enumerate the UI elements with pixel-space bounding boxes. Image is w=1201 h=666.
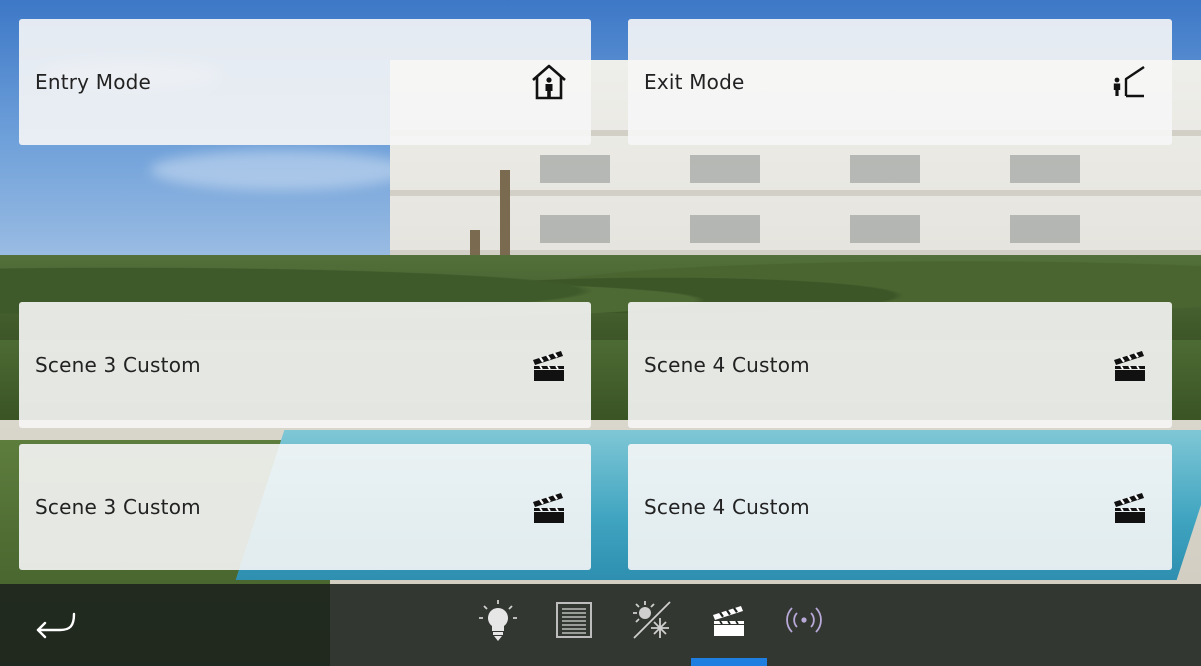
active-tab-indicator: [691, 658, 767, 666]
scene-label: Scene 3 Custom: [35, 495, 201, 519]
blinds-icon: [556, 602, 592, 638]
nav-lighting[interactable]: [476, 598, 520, 642]
nav-wireless[interactable]: [782, 598, 826, 642]
light-bulb-icon: [479, 600, 517, 641]
person-leaving-house-icon: [1110, 62, 1150, 102]
bottom-nav-bar: [0, 584, 1201, 666]
clapperboard-icon: [529, 487, 569, 527]
exit-mode-label: Exit Mode: [644, 70, 745, 94]
entry-mode-label: Entry Mode: [35, 70, 152, 94]
scene-label: Scene 4 Custom: [644, 353, 810, 377]
entry-mode-button[interactable]: Entry Mode: [19, 19, 591, 145]
clapperboard-icon: [713, 606, 744, 636]
nav-blinds[interactable]: [552, 598, 596, 642]
climate-sun-snow-icon: [633, 601, 671, 639]
house-person-icon: [529, 62, 569, 102]
nav-climate[interactable]: [630, 598, 674, 642]
clapperboard-icon: [1110, 487, 1150, 527]
scene-label: Scene 4 Custom: [644, 495, 810, 519]
scene-3-custom-button[interactable]: Scene 3 Custom: [19, 302, 591, 428]
back-button[interactable]: [30, 606, 80, 642]
exit-mode-button[interactable]: Exit Mode: [628, 19, 1172, 145]
nav-scenes[interactable]: [707, 598, 751, 642]
back-arrow-icon: [36, 612, 76, 639]
clapperboard-icon: [1110, 345, 1150, 385]
wireless-signal-icon: [786, 607, 822, 633]
scene-4-custom-button[interactable]: Scene 4 Custom: [628, 444, 1172, 570]
scene-4-custom-button[interactable]: Scene 4 Custom: [628, 302, 1172, 428]
clapperboard-icon: [529, 345, 569, 385]
scene-3-custom-button[interactable]: Scene 3 Custom: [19, 444, 591, 570]
scene-label: Scene 3 Custom: [35, 353, 201, 377]
